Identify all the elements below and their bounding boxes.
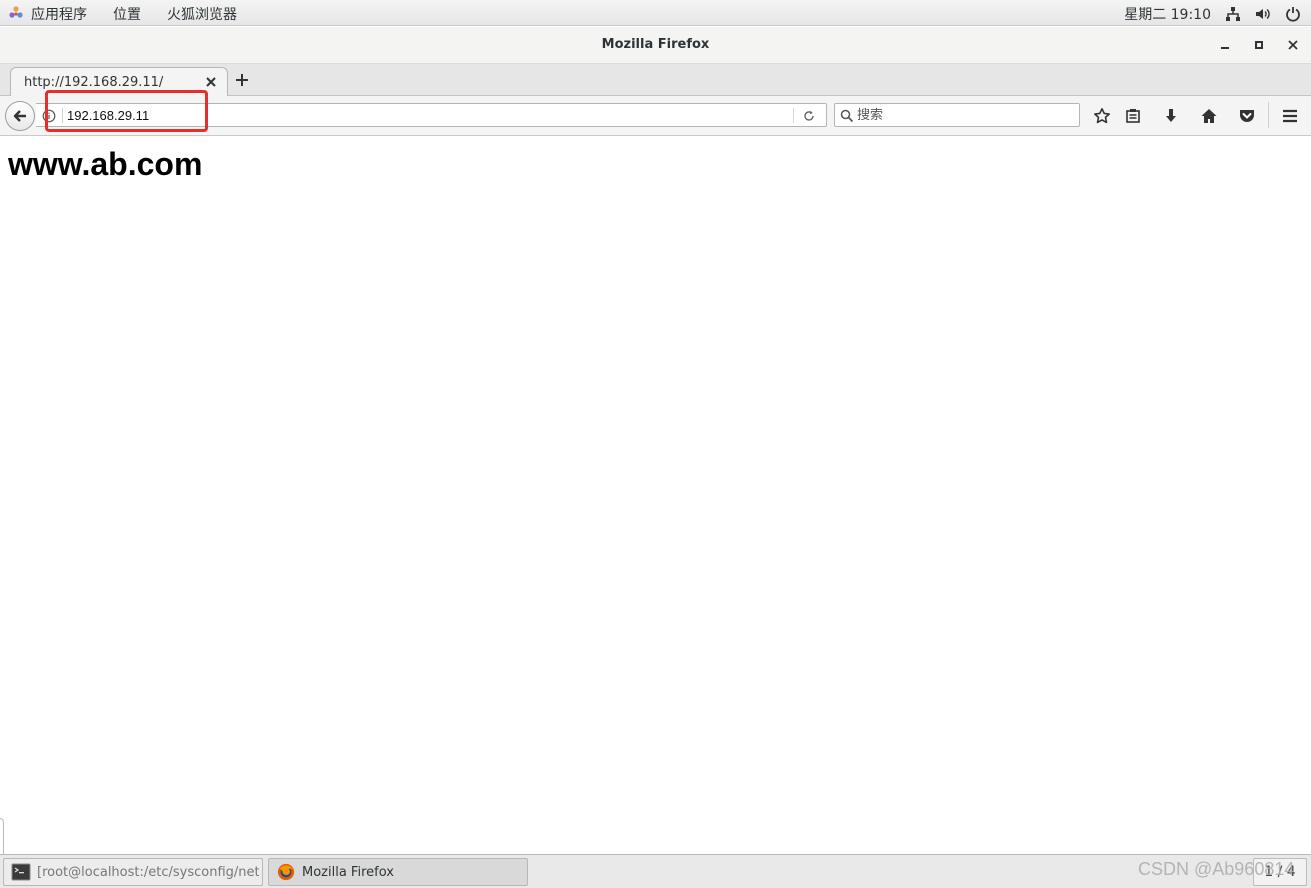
home-icon [1201, 109, 1217, 123]
status-area: 星期二 19:10 [1124, 4, 1301, 24]
page-heading: www.ab.com [8, 146, 203, 182]
tab-title: http://192.168.29.11/ [24, 75, 164, 90]
window-title: Mozilla Firefox [601, 37, 710, 52]
tab-close-icon[interactable] [205, 76, 217, 88]
search-bar[interactable] [834, 103, 1080, 127]
menu-button[interactable] [1280, 106, 1300, 126]
taskbar-item-firefox-label: Mozilla Firefox [302, 865, 394, 880]
firefox-app-menu-label: 火狐浏览器 [167, 7, 237, 23]
window-edge [0, 818, 4, 854]
maximize-icon [1255, 41, 1263, 49]
hamburger-menu-icon [1283, 109, 1297, 123]
clock[interactable]: 星期二 19:10 [1124, 4, 1211, 24]
search-icon [840, 109, 854, 123]
page-content: www.ab.com [0, 137, 1311, 854]
gnome-top-bar: 应用程序 位置 火狐浏览器 星期二 19:10 [0, 0, 1311, 26]
url-separator [62, 108, 63, 123]
minimize-icon [1221, 47, 1229, 49]
minimize-button[interactable] [1217, 37, 1233, 53]
terminal-icon [11, 863, 31, 881]
back-button[interactable] [5, 101, 35, 131]
pocket-button[interactable] [1237, 106, 1257, 126]
maximize-button[interactable] [1251, 37, 1267, 53]
toolbar-divider [1268, 102, 1269, 128]
reading-list-button[interactable] [1123, 106, 1143, 126]
close-window-button[interactable] [1285, 37, 1301, 53]
reading-list-icon [1126, 109, 1140, 123]
new-tab-icon[interactable] [234, 72, 250, 88]
downloads-button[interactable] [1161, 106, 1181, 126]
pocket-icon [1240, 110, 1254, 122]
reload-separator [793, 108, 794, 123]
bookmark-star-icon [1094, 108, 1110, 124]
tab-active[interactable]: http://192.168.29.11/ [10, 67, 228, 97]
watermark: CSDN @Ab960814 [1138, 859, 1295, 879]
applications-menu[interactable]: 应用程序 [31, 4, 87, 24]
applications-menu-label: 应用程序 [31, 7, 87, 23]
search-input[interactable] [857, 106, 1072, 124]
window-title-bar[interactable]: Mozilla Firefox [0, 27, 1311, 64]
url-input[interactable] [67, 106, 787, 124]
firefox-icon [277, 863, 295, 881]
tab-strip: http://192.168.29.11/ [0, 64, 1311, 97]
home-button[interactable] [1199, 106, 1219, 126]
back-arrow-icon [13, 110, 26, 122]
navigation-toolbar [0, 96, 1311, 136]
bookmark-button[interactable] [1092, 106, 1112, 126]
taskbar-item-firefox[interactable]: Mozilla Firefox [268, 858, 528, 886]
bottom-taskbar: [root@localhost:/etc/sysconfig/net… Mozi… [0, 854, 1311, 888]
url-bar[interactable] [36, 103, 827, 127]
site-info-icon[interactable] [42, 109, 56, 123]
reload-icon[interactable] [802, 109, 816, 123]
taskbar-item-terminal[interactable]: [root@localhost:/etc/sysconfig/net… [3, 858, 263, 886]
applications-icon[interactable] [8, 5, 24, 21]
places-menu[interactable]: 位置 [113, 4, 141, 24]
downloads-icon [1166, 109, 1176, 122]
close-icon [1288, 40, 1298, 50]
firefox-app-menu[interactable]: 火狐浏览器 [167, 4, 237, 24]
places-menu-label: 位置 [113, 7, 141, 23]
taskbar-item-terminal-label: [root@localhost:/etc/sysconfig/net… [37, 865, 259, 880]
volume-icon[interactable] [1255, 6, 1271, 22]
network-icon[interactable] [1225, 6, 1241, 22]
power-icon[interactable] [1285, 6, 1301, 22]
